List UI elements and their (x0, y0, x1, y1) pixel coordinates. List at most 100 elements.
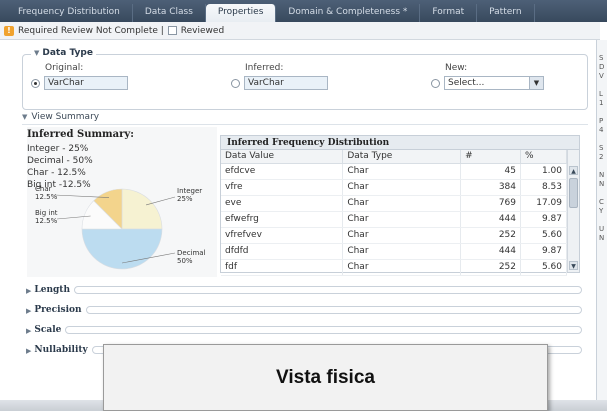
original-radio[interactable] (31, 78, 40, 88)
chevron-down-icon[interactable]: ▼ (529, 77, 543, 89)
tab-bar: Frequency Distribution Data Class Proper… (0, 0, 607, 22)
cell-data-value: vfrefvev (221, 227, 344, 244)
table-row[interactable]: efdcve Char 45 1.00 (221, 163, 567, 180)
side-panel-text (599, 135, 607, 144)
scrollbar-thumb[interactable] (569, 178, 578, 208)
original-type-field[interactable]: VarChar (44, 76, 128, 90)
inferred-summary-title: Inferred Summary: (27, 129, 134, 140)
section-divider (85, 306, 582, 314)
table-row[interactable]: fdf Char 252 5.60 (221, 259, 567, 276)
inferred-summary: Inferred Summary: Integer - 25% Decimal … (27, 127, 217, 277)
details-side-panel: SDV L1 P4 S2 NN CY UN (596, 40, 607, 411)
pie-label: Decimal (177, 249, 206, 257)
side-panel-text: L (599, 90, 603, 98)
cell-count: 252 (460, 259, 521, 276)
cell-count: 769 (460, 195, 521, 212)
scroll-up-icon[interactable]: ▲ (569, 166, 578, 175)
column-header[interactable]: Data Value (221, 150, 344, 164)
cell-data-type: Char (342, 179, 462, 196)
expand-triangle-icon: ▶ (26, 345, 32, 355)
new-type-group: New: Select... ▼ (431, 63, 544, 90)
pie-label: Integer (177, 187, 202, 195)
new-label: New: (445, 63, 468, 73)
warning-icon: ! (4, 25, 14, 36)
review-status-text: Required Review Not Complete | (18, 25, 164, 36)
side-panel-text: C (599, 198, 604, 206)
table-scrollbar[interactable]: ▲ ▼ (567, 150, 579, 272)
section-length[interactable]: ▶ Length (22, 284, 588, 296)
section-divider (65, 326, 582, 334)
cell-data-type: Char (342, 211, 462, 228)
pie-value-label: 12.5% (35, 217, 58, 225)
side-panel-text (599, 216, 607, 225)
cell-count: 252 (460, 227, 521, 244)
cell-data-type: Char (342, 259, 462, 276)
tab-properties[interactable]: Properties (205, 4, 277, 22)
section-scale[interactable]: ▶ Scale (22, 324, 588, 336)
section-divider (73, 286, 582, 294)
table-row[interactable]: eve Char 769 17.09 (221, 195, 567, 212)
pie-value-label: 25% (177, 195, 193, 203)
pie-slice-integer (121, 188, 163, 230)
cell-data-type: Char (342, 227, 462, 244)
expand-triangle-icon: ▶ (26, 325, 32, 335)
cell-percent: 9.87 (520, 243, 567, 260)
side-panel-text (599, 162, 607, 171)
side-panel-text: 4 (599, 126, 604, 134)
frequency-table: Data Value Data Type # % efdcve Char 45 … (221, 150, 567, 276)
side-panel-text: S (599, 54, 604, 62)
reviewed-checkbox[interactable] (167, 26, 177, 35)
tab-frequency-distribution[interactable]: Frequency Distribution (6, 4, 133, 22)
cell-percent: 5.60 (520, 259, 567, 276)
caption-overlay: Vista fisica (103, 344, 548, 411)
scroll-down-icon[interactable]: ▼ (569, 261, 578, 270)
cell-data-value: vfre (221, 179, 344, 196)
side-panel-text (599, 81, 607, 90)
column-header[interactable]: Data Type (342, 150, 462, 164)
inferred-radio[interactable] (231, 78, 240, 88)
tab-pattern[interactable]: Pattern (477, 4, 535, 22)
new-type-select[interactable]: Select... ▼ (444, 76, 544, 90)
inferred-label: Inferred: (245, 63, 284, 73)
summary-line: Decimal - 50% (27, 156, 93, 166)
column-header[interactable]: # (460, 150, 521, 164)
cell-count: 444 (460, 243, 521, 260)
table-row[interactable]: efwefrg Char 444 9.87 (221, 211, 567, 228)
column-header[interactable]: % (520, 150, 567, 164)
summary-line: Integer - 25% (27, 144, 89, 154)
cell-data-type: Char (342, 163, 462, 180)
table-row[interactable]: vfrefvev Char 252 5.60 (221, 227, 567, 244)
pie-value-label: 12.5% (35, 193, 58, 201)
summary-line: Char - 12.5% (27, 168, 86, 178)
table-header-row: Data Value Data Type # % (221, 150, 567, 164)
inferred-type-field[interactable]: VarChar (244, 76, 328, 90)
data-type-fieldset: ▼ Data Type Original: VarChar Inferred: … (22, 48, 588, 110)
original-type-group: Original: VarChar (31, 63, 128, 90)
collapse-triangle-icon: ▼ (22, 113, 28, 121)
side-panel-text: N (599, 171, 605, 179)
tab-data-class[interactable]: Data Class (133, 4, 206, 22)
cell-data-value: efdcve (221, 163, 344, 180)
tab-domain-completeness[interactable]: Domain & Completeness * (276, 4, 421, 22)
section-label: Precision (34, 305, 82, 315)
view-summary-panel: Inferred Summary: Integer - 25% Decimal … (22, 124, 588, 278)
side-panel-text: N (599, 180, 605, 188)
pie-label: Big int (35, 209, 58, 217)
cell-data-type: Char (342, 195, 462, 212)
new-radio[interactable] (431, 78, 440, 88)
cell-percent: 8.53 (520, 179, 567, 196)
original-label: Original: (45, 63, 84, 73)
side-panel-text: 2 (599, 153, 604, 161)
view-summary-toggle[interactable]: ▼ View Summary (22, 110, 588, 124)
inferred-type-pie-chart: Integer25%Decimal50%Big int12.5%Char12.5… (35, 185, 206, 270)
cell-data-type: Char (342, 243, 462, 260)
cell-count: 384 (460, 179, 521, 196)
table-row[interactable]: dfdfd Char 444 9.87 (221, 243, 567, 260)
side-panel-text: 1 (599, 99, 604, 107)
table-row[interactable]: vfre Char 384 8.53 (221, 179, 567, 196)
section-precision[interactable]: ▶ Precision (22, 304, 588, 316)
data-type-legend[interactable]: ▼ Data Type (31, 48, 96, 58)
cell-data-value: fdf (221, 259, 344, 276)
tab-format[interactable]: Format (420, 4, 478, 22)
side-panel-text: V (599, 72, 604, 80)
